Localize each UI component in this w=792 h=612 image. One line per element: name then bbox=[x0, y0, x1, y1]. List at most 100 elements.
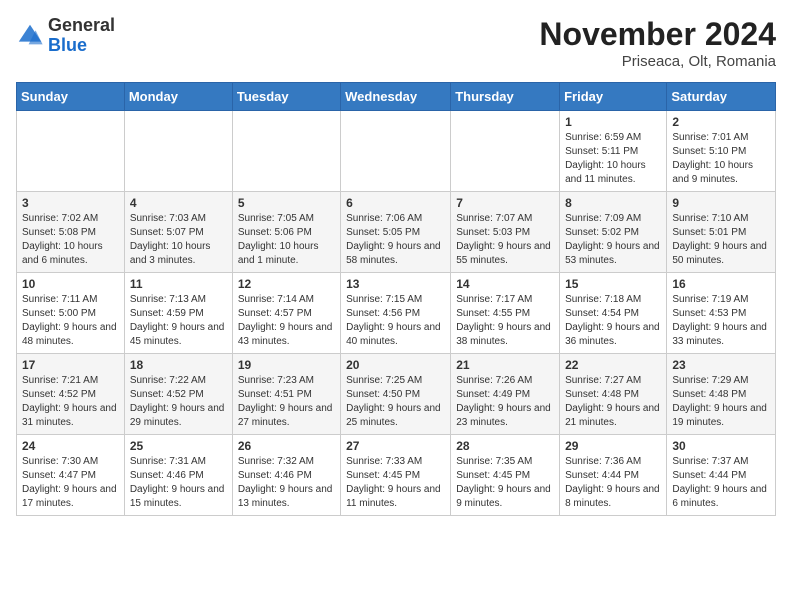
logo: General Blue bbox=[16, 16, 115, 56]
page-header: General Blue November 2024 Priseaca, Olt… bbox=[16, 16, 776, 70]
calendar-day-cell: 21 Sunrise: 7:26 AM Sunset: 4:49 PM Dayli… bbox=[451, 354, 560, 435]
weekday-header-cell: Friday bbox=[560, 83, 667, 111]
day-number: 30 bbox=[672, 439, 770, 453]
day-info: Sunrise: 7:15 AM Sunset: 4:56 PM Dayligh… bbox=[346, 293, 445, 349]
day-info: Sunrise: 7:10 AM Sunset: 5:01 PM Dayligh… bbox=[672, 212, 770, 268]
day-number: 5 bbox=[238, 196, 335, 210]
day-number: 20 bbox=[346, 358, 445, 372]
calendar-day-cell: 19 Sunrise: 7:23 AM Sunset: 4:51 PM Dayli… bbox=[232, 354, 340, 435]
day-number: 26 bbox=[238, 439, 335, 453]
calendar-day-cell: 17 Sunrise: 7:21 AM Sunset: 4:52 PM Dayli… bbox=[17, 354, 125, 435]
day-info: Sunrise: 7:26 AM Sunset: 4:49 PM Dayligh… bbox=[456, 374, 554, 430]
calendar-body: 1 Sunrise: 6:59 AM Sunset: 5:11 PM Daylig… bbox=[17, 111, 776, 516]
day-number: 4 bbox=[130, 196, 227, 210]
weekday-header-row: SundayMondayTuesdayWednesdayThursdayFrid… bbox=[17, 83, 776, 111]
day-number: 1 bbox=[565, 115, 661, 129]
day-info: Sunrise: 7:35 AM Sunset: 4:45 PM Dayligh… bbox=[456, 455, 554, 511]
calendar-day-cell bbox=[341, 111, 451, 192]
location: Priseaca, Olt, Romania bbox=[539, 53, 776, 70]
day-info: Sunrise: 7:14 AM Sunset: 4:57 PM Dayligh… bbox=[238, 293, 335, 349]
day-info: Sunrise: 6:59 AM Sunset: 5:11 PM Dayligh… bbox=[565, 131, 661, 187]
calendar-week-row: 24 Sunrise: 7:30 AM Sunset: 4:47 PM Dayli… bbox=[17, 435, 776, 516]
day-number: 14 bbox=[456, 277, 554, 291]
day-info: Sunrise: 7:09 AM Sunset: 5:02 PM Dayligh… bbox=[565, 212, 661, 268]
day-number: 11 bbox=[130, 277, 227, 291]
day-number: 22 bbox=[565, 358, 661, 372]
calendar-day-cell: 20Sunrise: 7:25 AM Sunset: 4:50 PM Dayli… bbox=[341, 354, 451, 435]
month-title: November 2024 bbox=[539, 16, 776, 53]
day-number: 17 bbox=[22, 358, 119, 372]
day-number: 24 bbox=[22, 439, 119, 453]
day-info: Sunrise: 7:11 AM Sunset: 5:00 PM Dayligh… bbox=[22, 293, 119, 349]
day-info: Sunrise: 7:18 AM Sunset: 4:54 PM Dayligh… bbox=[565, 293, 661, 349]
logo-icon bbox=[16, 22, 44, 50]
calendar-day-cell: 13 Sunrise: 7:15 AM Sunset: 4:56 PM Dayli… bbox=[341, 273, 451, 354]
calendar-day-cell: 15Sunrise: 7:18 AM Sunset: 4:54 PM Dayli… bbox=[560, 273, 667, 354]
day-info: Sunrise: 7:30 AM Sunset: 4:47 PM Dayligh… bbox=[22, 455, 119, 511]
calendar-day-cell: 2Sunrise: 7:01 AM Sunset: 5:10 PM Daylig… bbox=[667, 111, 776, 192]
day-info: Sunrise: 7:32 AM Sunset: 4:46 PM Dayligh… bbox=[238, 455, 335, 511]
calendar-week-row: 17 Sunrise: 7:21 AM Sunset: 4:52 PM Dayli… bbox=[17, 354, 776, 435]
calendar-week-row: 1 Sunrise: 6:59 AM Sunset: 5:11 PM Daylig… bbox=[17, 111, 776, 192]
day-number: 19 bbox=[238, 358, 335, 372]
calendar-day-cell: 1 Sunrise: 6:59 AM Sunset: 5:11 PM Daylig… bbox=[560, 111, 667, 192]
calendar-day-cell: 28 Sunrise: 7:35 AM Sunset: 4:45 PM Dayli… bbox=[451, 435, 560, 516]
day-info: Sunrise: 7:23 AM Sunset: 4:51 PM Dayligh… bbox=[238, 374, 335, 430]
day-number: 9 bbox=[672, 196, 770, 210]
day-number: 21 bbox=[456, 358, 554, 372]
calendar-day-cell bbox=[17, 111, 125, 192]
calendar-day-cell: 4Sunrise: 7:03 AM Sunset: 5:07 PM Daylig… bbox=[124, 192, 232, 273]
day-number: 28 bbox=[456, 439, 554, 453]
calendar-day-cell: 3Sunrise: 7:02 AM Sunset: 5:08 PM Daylig… bbox=[17, 192, 125, 273]
calendar-day-cell: 10 Sunrise: 7:11 AM Sunset: 5:00 PM Dayli… bbox=[17, 273, 125, 354]
calendar-day-cell: 23Sunrise: 7:29 AM Sunset: 4:48 PM Dayli… bbox=[667, 354, 776, 435]
calendar-day-cell: 6 Sunrise: 7:06 AM Sunset: 5:05 PM Daylig… bbox=[341, 192, 451, 273]
day-number: 8 bbox=[565, 196, 661, 210]
calendar-day-cell: 22 Sunrise: 7:27 AM Sunset: 4:48 PM Dayli… bbox=[560, 354, 667, 435]
day-info: Sunrise: 7:17 AM Sunset: 4:55 PM Dayligh… bbox=[456, 293, 554, 349]
day-number: 7 bbox=[456, 196, 554, 210]
day-number: 23 bbox=[672, 358, 770, 372]
logo-blue: Blue bbox=[48, 35, 87, 55]
calendar-day-cell: 29 Sunrise: 7:36 AM Sunset: 4:44 PM Dayli… bbox=[560, 435, 667, 516]
calendar-week-row: 10 Sunrise: 7:11 AM Sunset: 5:00 PM Dayli… bbox=[17, 273, 776, 354]
weekday-header-cell: Wednesday bbox=[341, 83, 451, 111]
day-info: Sunrise: 7:37 AM Sunset: 4:44 PM Dayligh… bbox=[672, 455, 770, 511]
calendar-day-cell: 14 Sunrise: 7:17 AM Sunset: 4:55 PM Dayli… bbox=[451, 273, 560, 354]
calendar-day-cell: 27Sunrise: 7:33 AM Sunset: 4:45 PM Dayli… bbox=[341, 435, 451, 516]
day-info: Sunrise: 7:36 AM Sunset: 4:44 PM Dayligh… bbox=[565, 455, 661, 511]
weekday-header-cell: Monday bbox=[124, 83, 232, 111]
calendar-day-cell: 8 Sunrise: 7:09 AM Sunset: 5:02 PM Daylig… bbox=[560, 192, 667, 273]
weekday-header-cell: Tuesday bbox=[232, 83, 340, 111]
calendar-day-cell: 25Sunrise: 7:31 AM Sunset: 4:46 PM Dayli… bbox=[124, 435, 232, 516]
day-info: Sunrise: 7:02 AM Sunset: 5:08 PM Dayligh… bbox=[22, 212, 119, 268]
calendar-day-cell: 5 Sunrise: 7:05 AM Sunset: 5:06 PM Daylig… bbox=[232, 192, 340, 273]
title-block: November 2024 Priseaca, Olt, Romania bbox=[539, 16, 776, 70]
calendar-week-row: 3Sunrise: 7:02 AM Sunset: 5:08 PM Daylig… bbox=[17, 192, 776, 273]
day-info: Sunrise: 7:05 AM Sunset: 5:06 PM Dayligh… bbox=[238, 212, 335, 268]
day-number: 25 bbox=[130, 439, 227, 453]
calendar-day-cell bbox=[232, 111, 340, 192]
logo-text: General Blue bbox=[48, 16, 115, 56]
day-info: Sunrise: 7:07 AM Sunset: 5:03 PM Dayligh… bbox=[456, 212, 554, 268]
day-number: 2 bbox=[672, 115, 770, 129]
day-info: Sunrise: 7:27 AM Sunset: 4:48 PM Dayligh… bbox=[565, 374, 661, 430]
calendar-day-cell bbox=[124, 111, 232, 192]
weekday-header-cell: Saturday bbox=[667, 83, 776, 111]
calendar-day-cell: 7 Sunrise: 7:07 AM Sunset: 5:03 PM Daylig… bbox=[451, 192, 560, 273]
day-info: Sunrise: 7:13 AM Sunset: 4:59 PM Dayligh… bbox=[130, 293, 227, 349]
day-number: 16 bbox=[672, 277, 770, 291]
calendar-day-cell: 18Sunrise: 7:22 AM Sunset: 4:52 PM Dayli… bbox=[124, 354, 232, 435]
calendar-day-cell bbox=[451, 111, 560, 192]
day-number: 29 bbox=[565, 439, 661, 453]
calendar-day-cell: 24 Sunrise: 7:30 AM Sunset: 4:47 PM Dayli… bbox=[17, 435, 125, 516]
day-number: 13 bbox=[346, 277, 445, 291]
day-info: Sunrise: 7:22 AM Sunset: 4:52 PM Dayligh… bbox=[130, 374, 227, 430]
day-info: Sunrise: 7:06 AM Sunset: 5:05 PM Dayligh… bbox=[346, 212, 445, 268]
day-number: 6 bbox=[346, 196, 445, 210]
calendar-day-cell: 16Sunrise: 7:19 AM Sunset: 4:53 PM Dayli… bbox=[667, 273, 776, 354]
logo-general: General bbox=[48, 15, 115, 35]
day-number: 10 bbox=[22, 277, 119, 291]
day-info: Sunrise: 7:21 AM Sunset: 4:52 PM Dayligh… bbox=[22, 374, 119, 430]
calendar-day-cell: 26 Sunrise: 7:32 AM Sunset: 4:46 PM Dayli… bbox=[232, 435, 340, 516]
